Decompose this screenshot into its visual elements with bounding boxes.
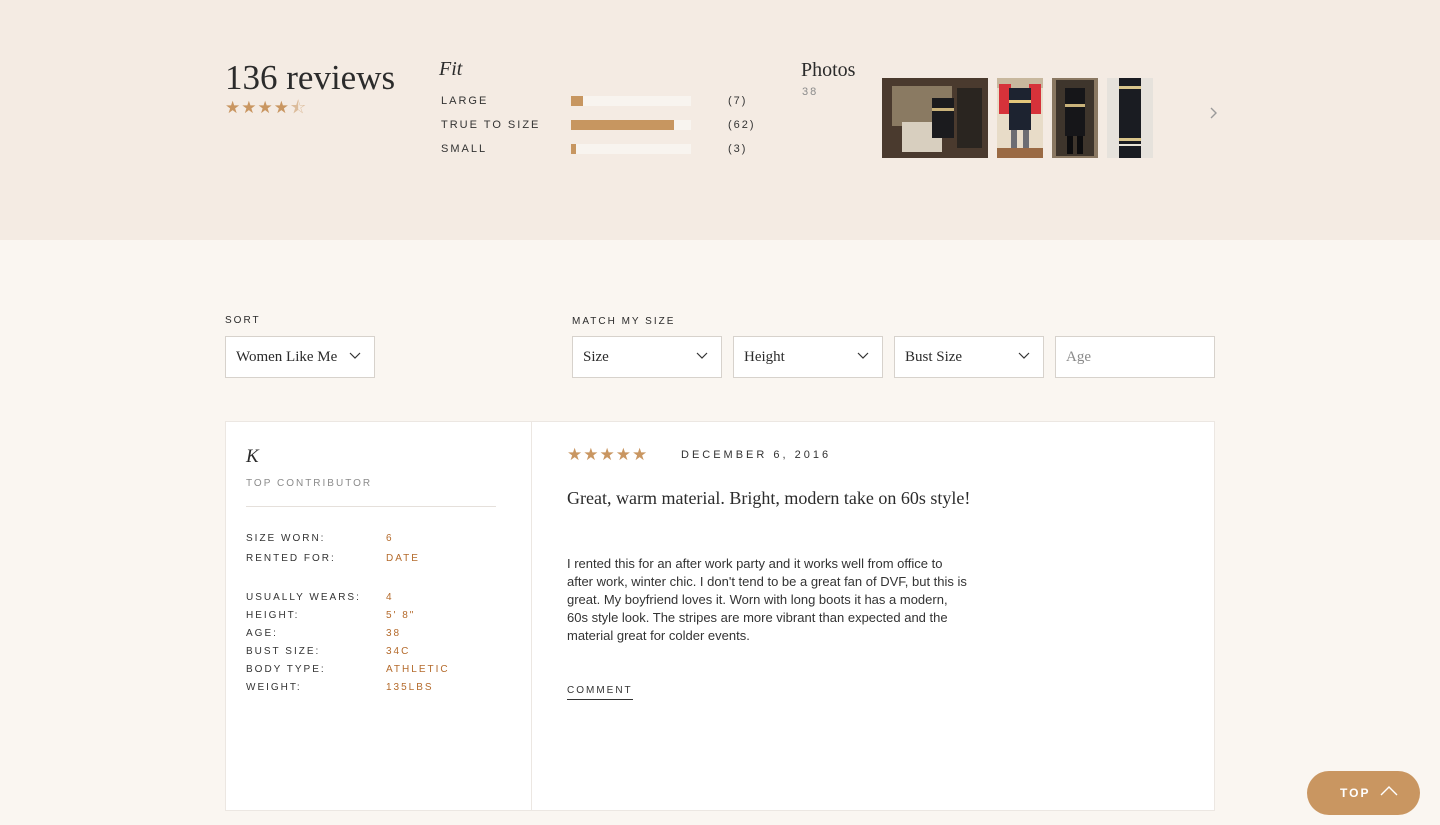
height-select[interactable]: Height	[733, 336, 883, 378]
back-to-top-button[interactable]: TOP	[1307, 771, 1420, 815]
spec-label: BUST SIZE:	[246, 646, 321, 657]
spec-value: DATE	[386, 553, 420, 564]
spec-label: HEIGHT:	[246, 610, 300, 621]
fit-label: TRUE TO SIZE	[441, 119, 541, 131]
chevron-right-icon[interactable]	[1204, 104, 1222, 122]
spec-value: 5' 8"	[386, 610, 416, 621]
spec-value: 6	[386, 533, 394, 544]
bust-size-select-value: Bust Size	[905, 349, 963, 365]
half-star-icon: ⯪	[290, 98, 308, 117]
fit-bar-fill	[571, 120, 675, 130]
review-summary: 136 reviews ★★★★⯪ Fit LARGE (7) TRUE TO …	[0, 0, 1440, 240]
age-input[interactable]: Age	[1055, 336, 1215, 378]
fit-count: (7)	[728, 95, 748, 107]
chevron-up-icon	[1380, 786, 1398, 796]
star-icon: ★	[257, 98, 274, 117]
spec-label: WEIGHT:	[246, 682, 302, 693]
fit-label: LARGE	[441, 95, 489, 107]
photo-image	[1107, 78, 1153, 158]
review-body: I rented this for an after work party an…	[567, 556, 967, 643]
fit-label: SMALL	[441, 143, 488, 155]
star-icon: ★	[273, 98, 290, 117]
photos-count: 38	[802, 86, 819, 98]
contributor-badge: TOP CONTRIBUTOR	[246, 478, 373, 489]
size-select[interactable]: Size	[572, 336, 722, 378]
fit-bar-track	[571, 96, 691, 106]
spec-value: 38	[386, 628, 402, 639]
top-label: TOP	[1340, 786, 1371, 800]
fit-row-true-to-size: TRUE TO SIZE (62)	[441, 119, 771, 133]
fit-bar-fill	[571, 144, 576, 154]
fit-bar-track	[571, 120, 691, 130]
sort-select[interactable]: Women Like Me	[225, 336, 375, 378]
star-icon: ★	[225, 98, 242, 117]
spec-value: 4	[386, 592, 394, 603]
match-size-label: MATCH MY SIZE	[572, 316, 676, 327]
review-card: K TOP CONTRIBUTOR SIZE WORN: 6 RENTED FO…	[225, 421, 1215, 811]
photos-title: Photos	[801, 59, 856, 81]
reviewer-name: K	[246, 446, 259, 467]
review-date: DECEMBER 6, 2016	[681, 449, 832, 461]
review-title: Great, warm material. Bright, modern tak…	[567, 488, 971, 508]
spec-label: SIZE WORN:	[246, 533, 326, 544]
review-count: 136 reviews	[225, 58, 396, 97]
sort-select-value: Women Like Me	[236, 349, 338, 365]
fit-count: (62)	[728, 119, 756, 131]
fit-count: (3)	[728, 143, 748, 155]
spec-value: ATHLETIC	[386, 664, 450, 675]
chevron-down-icon	[696, 352, 708, 359]
comment-link[interactable]: COMMENT	[567, 685, 633, 700]
card-divider	[531, 422, 532, 810]
review-photo-thumbnail[interactable]	[882, 78, 988, 158]
photo-image	[882, 78, 988, 158]
height-select-value: Height	[744, 349, 785, 365]
spec-value: 34C	[386, 646, 411, 657]
age-input-placeholder: Age	[1066, 349, 1091, 365]
bust-size-select[interactable]: Bust Size	[894, 336, 1044, 378]
review-photo-thumbnail[interactable]	[997, 78, 1043, 158]
photo-image	[1052, 78, 1098, 158]
review-rating-stars: ★★★★★	[567, 445, 649, 464]
chevron-down-icon	[857, 352, 869, 359]
spec-label: RENTED FOR:	[246, 553, 336, 564]
fit-row-small: SMALL (3)	[441, 143, 771, 157]
photo-image	[997, 78, 1043, 158]
fit-title: Fit	[439, 58, 463, 80]
fit-row-large: LARGE (7)	[441, 95, 771, 109]
size-select-value: Size	[583, 349, 609, 365]
fit-bar-fill	[571, 96, 583, 106]
review-photo-thumbnail[interactable]	[1052, 78, 1098, 158]
chevron-down-icon	[1018, 352, 1030, 359]
star-icon: ★	[241, 98, 258, 117]
spec-value: 135LBS	[386, 682, 434, 693]
sort-label: SORT	[225, 315, 261, 326]
chevron-down-icon	[349, 352, 361, 359]
overall-rating-stars: ★★★★⯪	[225, 95, 307, 124]
spec-label: AGE:	[246, 628, 278, 639]
profile-divider	[246, 506, 496, 507]
review-photo-thumbnail[interactable]	[1107, 78, 1153, 158]
spec-label: BODY TYPE:	[246, 664, 326, 675]
fit-bar-track	[571, 144, 691, 154]
spec-label: USUALLY WEARS:	[246, 592, 361, 603]
